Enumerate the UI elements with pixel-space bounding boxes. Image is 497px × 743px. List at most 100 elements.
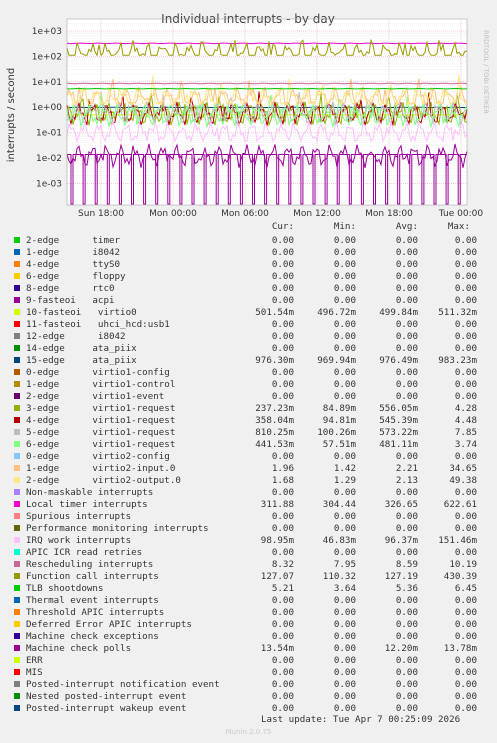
legend-label: 6-edge virtio1-request (26, 439, 176, 450)
y-tick-label: 1e-02 (36, 154, 62, 164)
legend-label: APIC ICR read retries (26, 547, 143, 558)
legend-label: Deferred Error APIC interrupts (26, 619, 192, 630)
legend-row: 10-fasteoi virtio0 501.54m 496.72m 499.84m 5… (0, 307, 497, 319)
legend-swatch (14, 681, 20, 687)
footer: Last update: Tue Apr 7 00:25:09 2026 (0, 714, 497, 728)
legend-row: 14-edge ata_piix 0.00 0.00 0.00 0.00 (0, 343, 497, 355)
legend-value: 0.00 (454, 379, 477, 390)
x-tick-label: Sun 18:00 (78, 209, 124, 219)
legend-swatch (14, 693, 20, 699)
legend-swatch (14, 237, 20, 243)
legend-value: 0.00 (454, 343, 477, 354)
legend-value: 0.00 (454, 703, 477, 714)
legend-swatch (14, 357, 20, 363)
munin-version: Munin 2.0.75 (225, 728, 272, 736)
legend-label: 0-edge virtio2-config (26, 451, 170, 462)
legend-row: 1-edge virtio1-control 0.00 0.00 0.00 0.00 (0, 379, 497, 391)
x-tick-label: Mon 12:00 (293, 209, 341, 219)
legend-row: Thermal event interrupts 0.00 0.00 0.00 0.00 (0, 595, 497, 607)
legend-swatch (14, 609, 20, 615)
legend-swatch (14, 429, 20, 435)
legend-swatch (14, 297, 20, 303)
legend-label: ERR (26, 655, 43, 666)
legend-value: 0.00 (454, 511, 477, 522)
legend-value: 0.00 (454, 331, 477, 342)
legend-swatch (14, 513, 20, 519)
legend-row: IRQ work interrupts 98.95m 46.83m 96.37m 151… (0, 535, 497, 547)
legend-value: 0.00 (454, 691, 477, 702)
legend-label: MIS (26, 667, 43, 678)
last-update: Last update: Tue Apr 7 00:25:09 2026 (261, 714, 461, 725)
legend-label: Posted-interrupt notification event (26, 679, 220, 690)
legend-value: 3.74 (454, 439, 477, 450)
legend-swatch (14, 309, 20, 315)
legend-swatch (14, 669, 20, 675)
legend-label: 0-edge virtio1-config (26, 367, 170, 378)
legend-row: Posted-interrupt notification event 0.00 0… (0, 679, 497, 691)
legend-swatch (14, 369, 20, 375)
legend-swatch (14, 261, 20, 267)
legend-value: 0.00 (454, 319, 477, 330)
legend-value: 0.00 (454, 595, 477, 606)
legend-label: Spurious interrupts (26, 511, 132, 522)
legend-swatch (14, 573, 20, 579)
legend-label: TLB shootdowns (26, 583, 104, 594)
legend-value: 622.61 (443, 499, 477, 510)
legend-row: 4-edge ttyS0 0.00 0.00 0.00 0.00 (0, 259, 497, 271)
legend-value: 0.00 (454, 607, 477, 618)
legend-value: 0.00 (454, 523, 477, 534)
legend-label: 14-edge ata_piix (26, 343, 137, 354)
legend-row: ERR 0.00 0.00 0.00 0.00 (0, 655, 497, 667)
legend-value: 0.00 (454, 655, 477, 666)
legend-row: Nested posted-interrupt event 0.00 0.00 0.0… (0, 691, 497, 703)
legend-swatch (14, 585, 20, 591)
legend-swatch (14, 345, 20, 351)
legend-swatch (14, 285, 20, 291)
legend-value: 430.39 (443, 571, 477, 582)
legend-row: 0-edge virtio2-config 0.00 0.00 0.00 0.00 (0, 451, 497, 463)
legend-value: 0.00 (454, 547, 477, 558)
legend-value: 10.19 (449, 559, 477, 570)
legend-label: 15-edge ata_piix (26, 355, 137, 366)
legend-swatch (14, 597, 20, 603)
legend-row: TLB shootdowns 5.21 3.64 5.36 6.45 (0, 583, 497, 595)
legend-swatch (14, 657, 20, 663)
legend-value: 13.78m (443, 643, 477, 654)
legend-value: 0.00 (454, 619, 477, 630)
legend-row: 2-edge virtio2-output.0 1.68 1.29 2.13 49.38 (0, 475, 497, 487)
legend-swatch (14, 537, 20, 543)
legend-value: 0.00 (454, 631, 477, 642)
legend-swatch (14, 333, 20, 339)
legend-row: APIC ICR read retries 0.00 0.00 0.00 0.00 (0, 547, 497, 559)
legend-label: Thermal event interrupts (26, 595, 159, 606)
legend-value: 0.00 (454, 283, 477, 294)
legend-value: 0.00 (454, 667, 477, 678)
x-ticks: Sun 18:00 Mon 00:00 Mon 06:00 Mon 12:00 Mon … (78, 209, 483, 219)
legend-swatch (14, 705, 20, 711)
legend-label: 1-edge i8042 (26, 247, 121, 258)
legend-swatch (14, 549, 20, 555)
legend-value: 0.00 (454, 487, 477, 498)
legend-swatch (14, 489, 20, 495)
legend-value: 151.46m (438, 535, 477, 546)
y-tick-label: 1e-01 (36, 129, 62, 139)
legend-row: 3-edge virtio1-request 237.23m 84.89m 556.0… (0, 403, 497, 415)
legend-label: 2-edge timer (26, 235, 121, 246)
y-tick-label: 1e+00 (32, 103, 63, 113)
legend-swatch (14, 561, 20, 567)
legend-row: Spurious interrupts 0.00 0.00 0.00 0.00 (0, 511, 497, 523)
legend-value: 0.00 (454, 235, 477, 246)
legend-row: 0-edge virtio1-config 0.00 0.00 0.00 0.00 (0, 367, 497, 379)
legend-row: 4-edge virtio1-request 358.04m 94.81m 545.3… (0, 415, 497, 427)
legend-swatch (14, 453, 20, 459)
col-header-avg: Avg: (395, 221, 418, 232)
legend-label: 1-edge virtio2-input.0 (26, 463, 176, 474)
legend-value: 0.00 (454, 679, 477, 690)
legend-row: Non-maskable interrupts 0.00 0.00 0.00 0.00 (0, 487, 497, 499)
legend-row: 5-edge virtio1-request 810.25m 100.26m 573.… (0, 427, 497, 439)
legend-swatch (14, 621, 20, 627)
legend-label: 11-fasteoi uhci_hcd:usb1 (26, 319, 170, 330)
legend-row: MIS 0.00 0.00 0.00 0.00 (0, 667, 497, 679)
legend-value: 7.85 (454, 427, 477, 438)
legend-label: Machine check polls (26, 643, 132, 654)
